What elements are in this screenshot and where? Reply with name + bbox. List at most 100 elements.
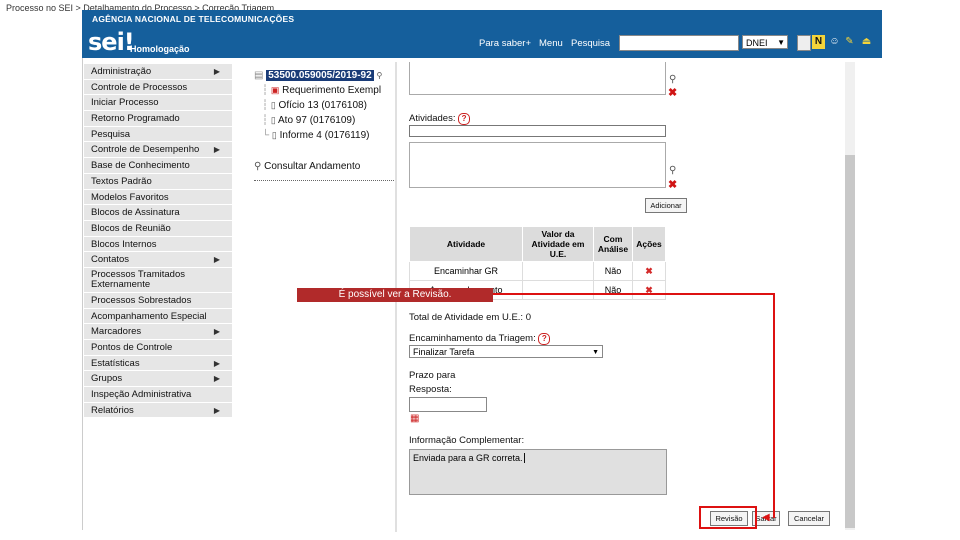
menu-item[interactable]: Blocos de Assinatura bbox=[84, 205, 232, 221]
search-input[interactable] bbox=[619, 35, 739, 51]
menu-item[interactable]: Pontos de Controle bbox=[84, 340, 232, 356]
tree-doc-row[interactable]: ┆ ▣ Requerimento Exempl bbox=[262, 85, 381, 96]
menu-item[interactable]: Controle de Processos bbox=[84, 79, 232, 96]
chevron-right-icon: ▶ bbox=[213, 67, 220, 76]
menu-item[interactable]: Modelos Favoritos bbox=[84, 189, 232, 206]
doc-link[interactable]: Requerimento Exempl bbox=[282, 85, 381, 96]
review-highlight bbox=[699, 506, 757, 529]
triage-label: Encaminhamento da Triagem: ? bbox=[409, 333, 551, 345]
menu-item[interactable]: Base de Conhecimento bbox=[84, 158, 232, 174]
remove-row-button[interactable]: ✖ bbox=[632, 261, 666, 281]
menu-item[interactable]: Administração ▶ bbox=[84, 64, 232, 80]
menu-item-label: Textos Padrão bbox=[91, 175, 152, 187]
pesquisa-link[interactable]: Pesquisa bbox=[571, 38, 610, 49]
menu-item-label: Blocos Internos bbox=[91, 238, 157, 250]
menu-item-label: Base de Conhecimento bbox=[91, 160, 190, 172]
menu-item[interactable]: Iniciar Processo bbox=[84, 95, 232, 112]
menu-item-label: Grupos bbox=[91, 373, 123, 385]
activity-cell: Encaminhar GR bbox=[409, 261, 523, 281]
menu-item[interactable]: Acompanhamento Especial bbox=[84, 308, 232, 325]
value-cell bbox=[522, 280, 594, 300]
menu-item[interactable]: Processos Sobrestados bbox=[84, 292, 232, 309]
menu-item[interactable]: Relatórios ▶ bbox=[84, 402, 232, 419]
menu-item[interactable]: Processos Tramitados Externamente bbox=[84, 267, 232, 293]
chevron-right-icon: ▶ bbox=[213, 374, 220, 384]
document-icon: ▯ bbox=[270, 115, 276, 125]
activities-list[interactable] bbox=[409, 142, 666, 188]
callout-note: É possível ver a Revisão. bbox=[297, 288, 493, 302]
logout-icon[interactable]: ⏏ bbox=[860, 35, 873, 49]
remove-icon[interactable]: ✖ bbox=[645, 266, 653, 276]
process-number[interactable]: 53500.059005/2019-92 bbox=[266, 70, 374, 81]
value-cell bbox=[522, 261, 594, 281]
doc-link[interactable]: Ato 97 (0176109) bbox=[278, 115, 355, 126]
agency-name: AGÊNCIA NACIONAL DE TELECOMUNICAÇÕES bbox=[92, 14, 295, 24]
menu-item[interactable]: Inspeção Administrativa bbox=[84, 387, 232, 403]
menu-item[interactable]: Blocos Internos bbox=[84, 236, 232, 253]
doc-link[interactable]: Informe 4 (0176119) bbox=[280, 130, 370, 141]
remove-icon[interactable]: ✖ bbox=[668, 178, 677, 191]
sei-logo[interactable]: sei! bbox=[88, 28, 135, 56]
triage-select[interactable]: Finalizar Tarefa ▼ bbox=[409, 345, 603, 358]
cancel-button[interactable]: Cancelar bbox=[788, 511, 830, 526]
doc-link[interactable]: Ofício 13 (0176108) bbox=[279, 100, 367, 111]
triage-value: Finalizar Tarefa bbox=[413, 347, 475, 357]
analysis-cell: Não bbox=[593, 280, 633, 300]
menu-item[interactable]: Marcadores ▶ bbox=[84, 324, 232, 340]
menu-item-label: Blocos de Assinatura bbox=[91, 207, 180, 219]
help-icon[interactable]: ? bbox=[538, 333, 551, 345]
menu-item[interactable]: Estatísticas ▶ bbox=[84, 355, 232, 372]
consult-row[interactable]: ⚲ Consultar Andamento bbox=[254, 161, 360, 172]
menu-item[interactable]: Grupos ▶ bbox=[84, 371, 232, 388]
remove-icon[interactable]: ✖ bbox=[668, 86, 677, 99]
unit-toggle-icon[interactable] bbox=[797, 35, 811, 51]
column-header: Atividade bbox=[409, 226, 523, 262]
menu-item-label: Contatos bbox=[91, 254, 130, 266]
callout-line bbox=[773, 293, 775, 518]
unit-select[interactable]: DNEI ▼ bbox=[742, 35, 788, 49]
info-label: Informação Complementar: bbox=[409, 435, 525, 446]
text-area-top[interactable] bbox=[409, 62, 666, 95]
menu-item[interactable]: Controle de Desempenho ▶ bbox=[84, 142, 232, 159]
menu-item-label: Controle de Desempenho bbox=[91, 144, 200, 156]
consult-link[interactable]: Consultar Andamento bbox=[264, 161, 360, 172]
lock-icon: ⚲ bbox=[376, 71, 383, 80]
activities-label: Atividades: ? bbox=[409, 113, 471, 125]
tools-icon[interactable]: ✎ bbox=[843, 35, 856, 49]
notes-icon[interactable]: N bbox=[812, 35, 825, 49]
tree-process-row[interactable]: ▤ 53500.059005/2019-92 ⚲ bbox=[254, 70, 382, 81]
tree-doc-row[interactable]: └ ▯ Informe 4 (0176119) bbox=[262, 130, 369, 141]
deadline-input[interactable] bbox=[409, 397, 487, 412]
menu-item-label: Inspeção Administrativa bbox=[91, 389, 192, 401]
help-icon[interactable]: ? bbox=[458, 113, 471, 125]
para-saber-link[interactable]: Para saber+ bbox=[479, 38, 531, 49]
menu-item-label: Retorno Programado bbox=[91, 113, 180, 125]
user-icon[interactable]: ☺ bbox=[828, 35, 841, 49]
menu-item-label: Processos Tramitados Externamente bbox=[91, 268, 185, 290]
environment-label: Homologação bbox=[130, 44, 190, 54]
menu-link[interactable]: Menu bbox=[539, 38, 563, 49]
scrollbar-thumb[interactable] bbox=[845, 155, 855, 528]
menu-item-label: Relatórios bbox=[91, 404, 134, 416]
tree-doc-row[interactable]: ┆ ▯ Ato 97 (0176109) bbox=[262, 115, 355, 126]
menu-item[interactable]: Contatos ▶ bbox=[84, 252, 232, 268]
menu-item-label: Blocos de Reunião bbox=[91, 222, 171, 234]
chevron-right-icon: ▶ bbox=[213, 255, 220, 265]
menu-item-label: Processos Sobrestados bbox=[91, 294, 192, 306]
activities-input[interactable] bbox=[409, 125, 666, 137]
menu-item[interactable]: Textos Padrão bbox=[84, 173, 232, 190]
menu-item[interactable]: Blocos de Reunião bbox=[84, 220, 232, 237]
column-header: Ações bbox=[632, 226, 666, 262]
remove-row-button[interactable]: ✖ bbox=[632, 280, 666, 300]
calendar-icon[interactable]: ▦ bbox=[410, 413, 419, 424]
magnifier-icon[interactable]: ⚲ bbox=[669, 74, 676, 85]
menu-item[interactable]: Retorno Programado bbox=[84, 111, 232, 127]
menu-item[interactable]: Pesquisa bbox=[84, 126, 232, 143]
main-menu: Administração ▶ Controle de Processos Inici… bbox=[84, 64, 232, 419]
tree-doc-row[interactable]: ┆ ▯ Ofício 13 (0176108) bbox=[262, 100, 367, 111]
magnifier-icon[interactable]: ⚲ bbox=[669, 165, 676, 176]
add-button[interactable]: Adicionar bbox=[645, 198, 687, 213]
chevron-right-icon: ▶ bbox=[213, 358, 220, 368]
info-textarea[interactable]: Enviada para a GR correta. bbox=[409, 449, 667, 495]
deadline-label: Resposta: bbox=[409, 384, 452, 395]
